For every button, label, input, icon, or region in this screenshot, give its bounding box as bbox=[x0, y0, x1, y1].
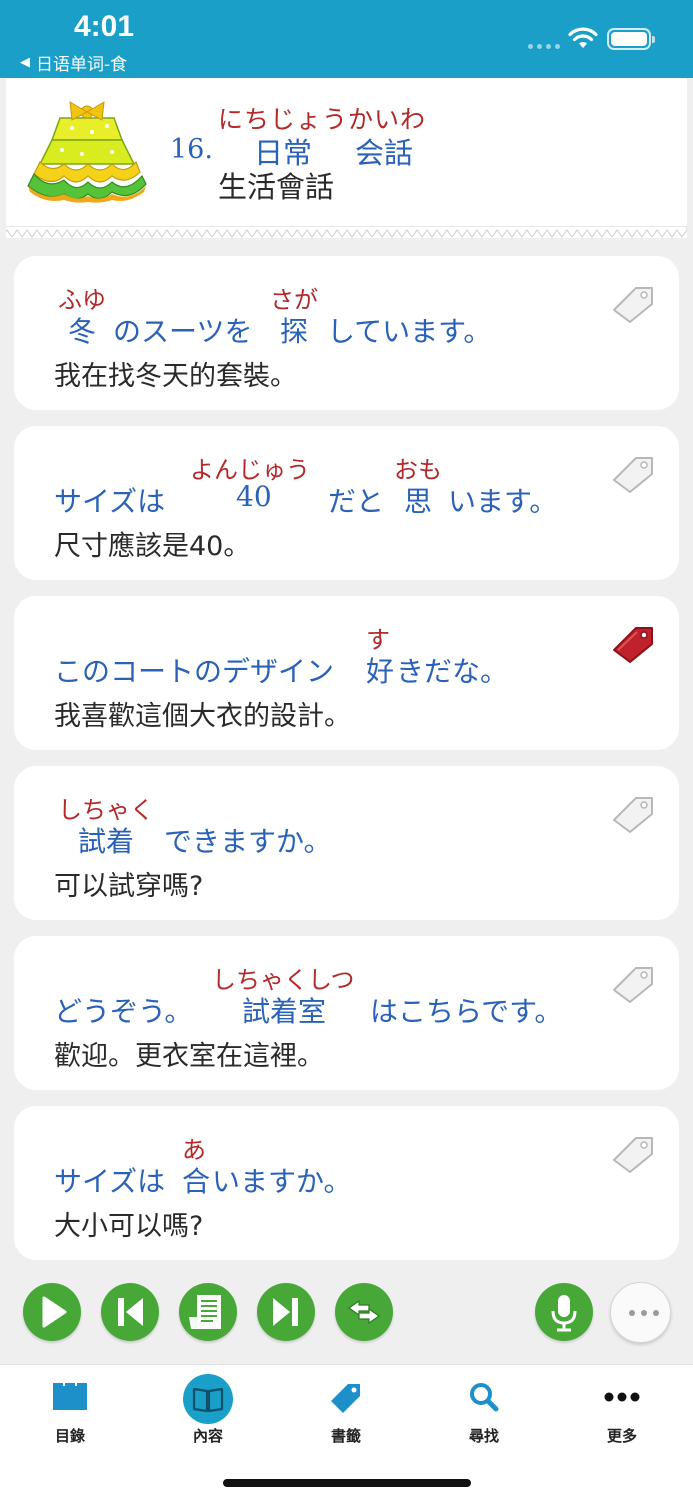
japanese-text: サイズは bbox=[54, 485, 166, 518]
back-to-app-link[interactable]: ◀ 日语单词-食 bbox=[20, 50, 127, 75]
japanese-text: 40 bbox=[236, 480, 272, 513]
japanese-text: しています。 bbox=[327, 315, 492, 348]
microphone-icon bbox=[551, 1295, 577, 1332]
tab-label: 目錄 bbox=[54, 1427, 85, 1445]
play-button[interactable] bbox=[23, 1283, 81, 1341]
text-view-icon bbox=[189, 1295, 221, 1329]
japanese-text: サイズは bbox=[54, 1165, 166, 1198]
swap-language-button[interactable] bbox=[335, 1283, 393, 1341]
search-icon bbox=[470, 1383, 499, 1412]
bookmark-tag-icon[interactable] bbox=[610, 284, 656, 324]
battery-icon bbox=[607, 28, 655, 50]
skirt-illustration bbox=[27, 101, 147, 203]
play-icon bbox=[42, 1296, 67, 1328]
phrase-card[interactable]: しちゃく 試着 できますか。 可以試穿嗎? bbox=[14, 766, 679, 920]
tab-catalog[interactable]: 目錄 bbox=[20, 1365, 120, 1455]
book-icon bbox=[183, 1374, 233, 1424]
phrase-card[interactable]: ふゆ さが 冬 のスーツを 探 しています。 我在找冬天的套裝。 bbox=[14, 256, 679, 410]
microphone-button[interactable] bbox=[535, 1283, 593, 1341]
chinese-translation: 尺寸應該是40。 bbox=[54, 531, 251, 562]
wifi-icon bbox=[568, 27, 598, 48]
catalog-icon bbox=[53, 1383, 87, 1410]
japanese-text: できますか。 bbox=[164, 825, 332, 858]
chinese-translation: 我喜歡這個大衣的設計。 bbox=[54, 701, 351, 732]
bookmark-tag-icon-active[interactable] bbox=[610, 624, 656, 664]
next-button[interactable] bbox=[257, 1283, 315, 1341]
japanese-text: だと bbox=[328, 485, 385, 518]
japanese-text: どうぞう。 bbox=[54, 995, 193, 1028]
more-dots-icon bbox=[604, 1392, 640, 1402]
bookmark-tag-icon[interactable] bbox=[610, 1134, 656, 1174]
japanese-text: のスーツを bbox=[113, 315, 253, 348]
tab-label: 書籤 bbox=[330, 1427, 361, 1445]
japanese-text: 好 bbox=[366, 655, 395, 688]
chinese-translation: 可以試穿嗎? bbox=[54, 871, 204, 902]
japanese-text: 試着室 bbox=[242, 995, 327, 1028]
cellular-signal-icon bbox=[528, 44, 560, 49]
japanese-text: 試着 bbox=[78, 825, 135, 858]
tab-search[interactable]: 尋找 bbox=[434, 1365, 534, 1455]
chinese-translation: 大小可以嗎? bbox=[54, 1211, 204, 1242]
japanese-text: はこちらです。 bbox=[370, 995, 563, 1028]
home-indicator bbox=[223, 1479, 471, 1487]
bookmark-tag-icon[interactable] bbox=[610, 794, 656, 834]
japanese-text: 冬 bbox=[68, 315, 97, 348]
more-options-button[interactable] bbox=[610, 1282, 671, 1343]
lesson-number: 16. bbox=[170, 134, 213, 165]
back-app-label: 日语单词-食 bbox=[36, 55, 128, 75]
japanese-text: いますか。 bbox=[212, 1165, 352, 1198]
japanese-text: 合 bbox=[182, 1165, 211, 1198]
lesson-title-word-2: 会話 bbox=[355, 136, 414, 170]
next-icon bbox=[273, 1298, 298, 1326]
status-bar: 4:01 ◀ 日语单词-食 bbox=[0, 0, 693, 78]
previous-icon bbox=[118, 1298, 143, 1326]
chinese-translation: 我在找冬天的套裝。 bbox=[54, 361, 297, 392]
swap-language-icon bbox=[347, 1299, 381, 1325]
lesson-title-translation: 生活會話 bbox=[218, 170, 335, 204]
tab-label: 內容 bbox=[192, 1427, 223, 1445]
more-dots-icon bbox=[629, 1310, 659, 1316]
tab-bookmarks[interactable]: 書籤 bbox=[296, 1365, 396, 1455]
bookmark-tag-icon bbox=[331, 1384, 360, 1413]
tab-more[interactable]: 更多 bbox=[572, 1365, 672, 1455]
phrase-card[interactable]: す このコートのデザイン 好 きだな。 我喜歡這個大衣的設計。 bbox=[14, 596, 679, 750]
phrase-card[interactable]: あ サイズは 合 いますか。 大小可以嗎? bbox=[14, 1106, 679, 1260]
phrase-card[interactable]: よんじゅう おも サイズは 40 だと 思 います。 尺寸應該是40。 bbox=[14, 426, 679, 580]
back-triangle-icon: ◀ bbox=[20, 55, 30, 70]
japanese-text: います。 bbox=[448, 485, 558, 518]
bookmark-tag-icon[interactable] bbox=[610, 964, 656, 1004]
text-view-button[interactable] bbox=[179, 1283, 237, 1341]
tab-content[interactable]: 內容 bbox=[158, 1365, 258, 1455]
japanese-text: このコートのデザイン bbox=[54, 655, 335, 688]
tab-label: 更多 bbox=[606, 1427, 637, 1445]
japanese-text: きだな。 bbox=[396, 655, 509, 688]
phrase-card[interactable]: しちゃくしつ どうぞう。 試着室 はこちらです。 歡迎。更衣室在這裡。 bbox=[14, 936, 679, 1090]
japanese-text: 思 bbox=[404, 485, 433, 518]
japanese-text: 探 bbox=[280, 315, 309, 348]
chinese-translation: 歡迎。更衣室在這裡。 bbox=[54, 1041, 324, 1072]
header-zigzag-edge bbox=[6, 226, 687, 238]
previous-button[interactable] bbox=[101, 1283, 159, 1341]
bookmark-tag-icon[interactable] bbox=[610, 454, 656, 494]
tab-label: 尋找 bbox=[468, 1427, 499, 1445]
status-time: 4:01 bbox=[74, 10, 135, 43]
